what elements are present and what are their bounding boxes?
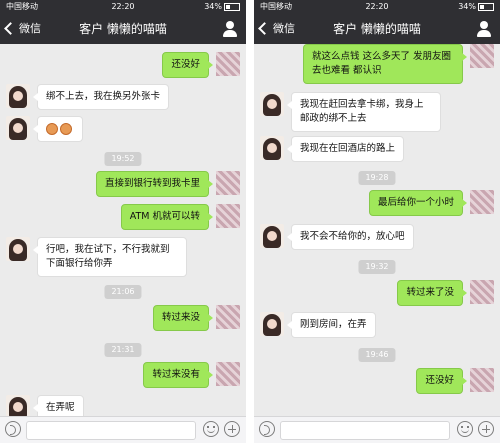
chat-screen-left: 中国移动 22:20 34% 微信 客户 懒懒的喵喵 还没好 绑不上去，我在换另… — [0, 0, 246, 443]
contact-info-icon[interactable] — [222, 21, 238, 37]
emoji-icon — [46, 122, 58, 135]
nav-bar: 微信 客户 懒懒的喵喵 — [0, 14, 246, 44]
avatar[interactable] — [260, 312, 284, 336]
message-bubble[interactable]: 转过来没 — [152, 305, 214, 331]
avatar[interactable] — [6, 116, 30, 140]
message-incoming: 绑不上去，我在换另外张卡 — [0, 84, 246, 110]
message-bubble[interactable]: 直接到银行转到我卡里 — [95, 171, 214, 197]
avatar[interactable] — [470, 368, 494, 392]
timestamp: 21:06 — [104, 285, 142, 299]
message-incoming: 行吧，我在试下，不行我就到下面银行给你弄 — [0, 237, 246, 277]
message-bubble[interactable]: 转过来了没 — [397, 280, 467, 306]
message-bubble[interactable]: 就这么点钱 这么多天了 发朋友圈去也难看 都认识 — [303, 44, 467, 84]
timestamp: 19:28 — [358, 171, 396, 185]
message-outgoing: 直接到银行转到我卡里 — [0, 171, 246, 197]
avatar[interactable] — [470, 280, 494, 304]
message-bubble[interactable]: 我现在赶回去拿卡绑，我身上邮政的绑不上去 — [287, 92, 441, 132]
message-bubble[interactable]: 在弄呢 — [33, 395, 84, 417]
message-incoming: 在弄呢 — [0, 395, 246, 417]
timestamp: 19:52 — [104, 152, 142, 166]
message-bubble[interactable]: 刚到房间，在弄 — [287, 312, 376, 338]
message-incoming: 刚到房间，在弄 — [254, 312, 500, 338]
contact-info-icon[interactable] — [476, 21, 492, 37]
message-outgoing: 还没好 — [0, 52, 246, 78]
voice-icon[interactable] — [5, 421, 21, 437]
message-bubble[interactable]: 我不会不给你的，放心吧 — [287, 224, 414, 250]
chat-screen-right: 中国移动 22:20 34% 微信 客户 懒懒的喵喵 就这么点钱 这么多天了 发… — [254, 0, 500, 443]
message-incoming: 我现在在回酒店的路上 — [254, 136, 500, 162]
avatar[interactable] — [260, 224, 284, 248]
message-bubble[interactable]: 还没好 — [162, 52, 213, 78]
message-incoming: 我现在赶回去拿卡绑，我身上邮政的绑不上去 — [254, 92, 500, 132]
plus-icon[interactable] — [224, 421, 240, 437]
message-outgoing: 还没好 — [254, 368, 500, 394]
avatar[interactable] — [470, 190, 494, 214]
message-bubble[interactable]: 转过来没有 — [143, 362, 213, 388]
chat-title: 客户 懒懒的喵喵 — [79, 22, 167, 36]
avatar[interactable] — [6, 84, 30, 108]
emoji-picker-icon[interactable] — [203, 421, 219, 437]
message-outgoing: 就这么点钱 这么多天了 发朋友圈去也难看 都认识 — [254, 44, 500, 84]
avatar[interactable] — [216, 305, 240, 329]
message-outgoing: 转过来没有 — [0, 362, 246, 388]
avatar[interactable] — [216, 52, 240, 76]
avatar[interactable] — [260, 92, 284, 116]
avatar[interactable] — [216, 204, 240, 228]
battery-indicator: 34% — [458, 0, 494, 14]
emoji-picker-icon[interactable] — [457, 421, 473, 437]
message-input[interactable] — [26, 421, 196, 440]
message-outgoing: ATM 机就可以转 — [0, 204, 246, 230]
chat-title: 客户 懒懒的喵喵 — [333, 22, 421, 36]
timestamp: 19:32 — [358, 260, 396, 274]
message-bubble[interactable]: 绑不上去，我在换另外张卡 — [32, 84, 170, 110]
plus-icon[interactable] — [478, 421, 494, 437]
timestamp: 21:31 — [104, 343, 142, 357]
message-list[interactable]: 就这么点钱 这么多天了 发朋友圈去也难看 都认识 我现在赶回去拿卡绑，我身上邮政… — [254, 44, 500, 417]
message-bubble[interactable]: 最后给你一个小时 — [368, 190, 468, 216]
avatar[interactable] — [216, 362, 240, 386]
input-toolbar — [254, 416, 500, 443]
avatar[interactable] — [6, 395, 30, 417]
nav-bar: 微信 客户 懒懒的喵喵 — [254, 14, 500, 44]
battery-icon — [478, 2, 494, 11]
message-outgoing: 转过来了没 — [254, 280, 500, 306]
message-bubble[interactable]: ATM 机就可以转 — [120, 204, 214, 230]
message-bubble[interactable]: 我现在在回酒店的路上 — [286, 136, 405, 162]
battery-indicator: 34% — [204, 0, 240, 14]
avatar[interactable] — [6, 237, 30, 261]
message-bubble[interactable]: 行吧，我在试下，不行我就到下面银行给你弄 — [33, 237, 187, 277]
emoji-bubble[interactable] — [33, 116, 83, 142]
battery-icon — [224, 2, 240, 11]
message-outgoing: 转过来没 — [0, 305, 246, 331]
voice-icon[interactable] — [259, 421, 275, 437]
message-incoming — [0, 116, 246, 142]
avatar[interactable] — [260, 136, 284, 160]
battery-percent: 34% — [204, 2, 222, 11]
message-input[interactable] — [280, 421, 450, 440]
message-list[interactable]: 还没好 绑不上去，我在换另外张卡 19:52 直接到银行转到我卡里 ATM 机就… — [0, 44, 246, 417]
avatar[interactable] — [470, 44, 494, 68]
timestamp: 19:46 — [358, 348, 396, 362]
input-toolbar — [0, 416, 246, 443]
message-incoming: 我不会不给你的，放心吧 — [254, 224, 500, 250]
message-bubble[interactable]: 还没好 — [416, 368, 467, 394]
message-outgoing: 最后给你一个小时 — [254, 190, 500, 216]
status-bar: 中国移动 22:20 34% — [0, 0, 246, 14]
battery-percent: 34% — [458, 2, 476, 11]
status-bar: 中国移动 22:20 34% — [254, 0, 500, 14]
emoji-icon — [60, 122, 72, 135]
avatar[interactable] — [216, 171, 240, 195]
